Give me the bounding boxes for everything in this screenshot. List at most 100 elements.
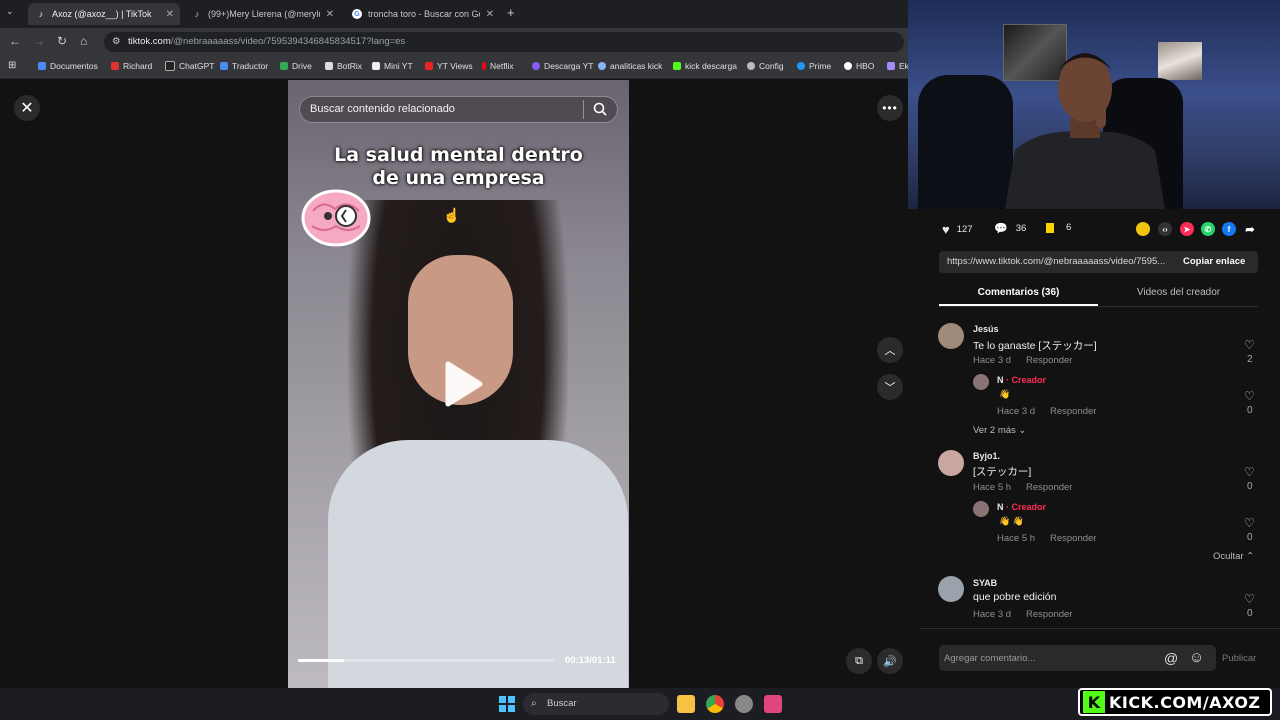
bookmark-label: ChatGPT [179,61,215,71]
next-video-button[interactable]: ﹀ [877,374,903,400]
share-arrow-icon[interactable]: ➦ [1243,222,1257,236]
taskbar-search-label: Buscar [547,698,577,709]
bookmark-traductor[interactable]: Traductor [220,61,268,71]
new-tab-button[interactable]: + [507,5,515,20]
mention-icon[interactable]: @ [1164,650,1178,666]
comment-username[interactable]: N · Creador [997,375,1046,385]
chevron-up-icon: ︿ [884,345,896,357]
streamer-figure [1005,53,1165,209]
bookmark-descarga-yt[interactable]: Descarga YT [532,61,593,71]
comment-stat[interactable]: 💬 36 [994,222,1026,235]
bookmark-botrix[interactable]: BotRix [325,61,362,71]
volume-button[interactable]: 🔊 [877,648,903,674]
app-icon[interactable] [735,695,753,713]
search-icon[interactable] [592,101,608,117]
bookmark-netflix[interactable]: Netflix [482,61,514,71]
comment-username[interactable]: Jesús [973,324,999,334]
chrome-icon[interactable] [706,695,724,713]
apps-grid-icon[interactable]: ⊞ [8,60,16,71]
close-tab-icon[interactable]: ✕ [166,9,174,20]
bookmark-prime[interactable]: Prime [797,61,831,71]
related-search-input[interactable]: Buscar contenido relacionado [299,96,618,123]
bookmark-config[interactable]: Config [747,61,784,71]
avatar[interactable] [938,450,964,476]
bookmark-analiticas-kick[interactable]: analiticas kick [598,61,662,71]
whatsapp-icon[interactable]: ✆ [1201,222,1215,236]
comment-like-icon[interactable]: ♡ [1244,465,1255,479]
comment-text: [ステッカー] [973,466,1032,478]
close-tab-icon[interactable]: ✕ [486,9,494,20]
bookmark-icon [598,62,606,70]
back-icon[interactable]: ← [9,34,21,48]
previous-video-button[interactable]: ︿ [877,337,903,363]
bookmark-mini-yt[interactable]: Mini YT [372,61,413,71]
bookmark-ek[interactable]: Ek [887,61,909,71]
bookmark-kick-descarga[interactable]: kick descarga [673,61,737,71]
embed-icon[interactable]: ‹› [1158,222,1172,236]
play-icon[interactable] [440,360,484,408]
comment-like-icon[interactable]: ♡ [1244,389,1255,403]
hide-replies[interactable]: Ocultar ⌃ [1213,551,1254,562]
copy-link-button[interactable]: Copiar enlace [1183,256,1245,267]
bookmark-icon [673,62,681,70]
sticker-emoji: 👋 👋 [999,516,1024,526]
folder-icon [38,62,46,70]
reply-button[interactable]: Responder [1050,533,1096,544]
save-stat[interactable]: 6 [1046,222,1071,233]
windows-start-icon[interactable] [499,696,515,712]
more-options-button[interactable]: ••• [877,95,903,121]
site-info-icon[interactable]: ⚙ [112,32,121,52]
avatar[interactable] [973,501,989,517]
video-figure-shirt [328,440,628,688]
home-icon[interactable]: ⌂ [80,34,87,48]
bookmark-hbo[interactable]: HBO [844,61,874,71]
facebook-icon[interactable]: f [1222,222,1236,236]
video-progress-bar[interactable] [298,659,555,662]
tab-tiktok-axoz[interactable]: ♪ Axoz (@axoz__) | TikTok ✕ [28,3,180,25]
like-stat[interactable]: ♥ 127 [942,222,973,237]
comment-username[interactable]: SYAB [973,578,997,588]
webcam-overlay [908,0,1280,209]
close-video-button[interactable]: ✕ [14,95,40,121]
comment-like-icon[interactable]: ♡ [1244,516,1255,530]
bookmark-richard[interactable]: Richard [111,61,152,71]
avatar[interactable] [938,323,964,349]
tab-creator-videos[interactable]: Videos del creador [1100,287,1257,298]
bookmark-documentos[interactable]: Documentos [38,61,98,71]
address-bar[interactable]: ⚙ tiktok.com/@nebraaaaass/video/75953943… [104,32,904,52]
post-comment-button[interactable]: Publicar [1222,653,1256,664]
comment-like-icon[interactable]: ♡ [1244,338,1255,352]
app-icon[interactable] [764,695,782,713]
file-explorer-icon[interactable] [677,695,695,713]
comment-username[interactable]: Byjo1. [973,451,1000,461]
view-more-replies[interactable]: Ver 2 más ⌄ [973,425,1026,436]
comment-like-icon[interactable]: ♡ [1244,592,1255,606]
tab-search-icon[interactable]: ⌄ [6,6,14,17]
taskbar-search-input[interactable]: ⌕ Buscar [523,693,669,715]
avatar[interactable] [973,374,989,390]
avatar[interactable] [938,576,964,602]
bookmark-label: Prime [809,61,832,71]
bookmark-drive[interactable]: Drive [280,61,312,71]
bookmark-chatgpt[interactable]: ChatGPT [165,61,214,71]
tab-google-search[interactable]: G troncha toro - Buscar con Goo ✕ [344,3,500,25]
floating-player-button[interactable]: ⧉ [846,648,872,674]
emoji-icon[interactable]: ☺ [1189,649,1204,666]
reload-icon[interactable]: ↻ [57,34,67,48]
reply-button[interactable]: Responder [1026,482,1072,493]
google-icon: G [352,9,362,19]
forward-icon[interactable]: → [33,34,45,48]
close-tab-icon[interactable]: ✕ [326,9,334,20]
video-time: 00:13/01:11 [565,655,616,666]
send-icon[interactable]: ➤ [1180,222,1194,236]
bookmark-label: Traductor [232,61,269,71]
reply-button[interactable]: Responder [1050,406,1096,417]
reply-button[interactable]: Responder [1026,609,1072,620]
reply-button[interactable]: Responder [1026,355,1072,366]
comment-username[interactable]: N · Creador [997,502,1046,512]
tab-tiktok-mery[interactable]: ♪ (99+)Mery Llerena (@merylu10 ✕ [184,3,340,25]
pip-icon: ⧉ [855,654,863,667]
tab-comments[interactable]: Comentarios (36) [939,287,1098,298]
bookmark-yt-views[interactable]: YT Views [425,61,473,71]
repost-icon[interactable] [1136,222,1150,236]
